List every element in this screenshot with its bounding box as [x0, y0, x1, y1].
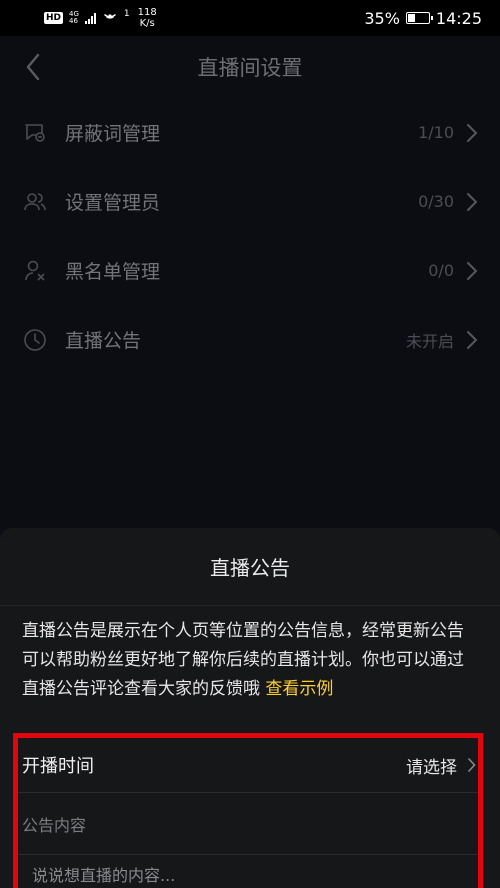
network-type: 4G 46 [69, 11, 79, 25]
settings-item-label: 直播公告 [65, 330, 142, 352]
settings-item-value: 0/30 [418, 192, 454, 211]
settings-item-admins[interactable]: 设置管理员 0/30 [0, 167, 500, 236]
network-speed: 118 K/s [138, 7, 157, 29]
settings-item-label: 设置管理员 [65, 192, 161, 214]
clock-icon [22, 327, 48, 353]
chevron-right-icon [467, 123, 478, 142]
start-time-label: 开播时间 [22, 756, 94, 777]
chevron-right-icon [467, 330, 478, 349]
content-label: 公告内容 [18, 793, 478, 855]
speed-value: 118 [137, 7, 157, 18]
battery-percent: 35% [364, 8, 400, 28]
description-text: 直播公告是展示在个人页等位置的公告信息，经常更新公告可以帮助粉丝更好地了解你后续… [22, 621, 464, 699]
chevron-right-icon [467, 192, 478, 211]
signal-icon [84, 12, 96, 24]
speed-unit: K/s [139, 18, 155, 29]
network-sub-label: 46 [69, 17, 78, 25]
settings-item-value: 未开启 [405, 331, 454, 351]
announcement-sheet: 直播公告 直播公告是展示在个人页等位置的公告信息，经常更新公告可以帮助粉丝更好地… [0, 528, 500, 888]
hotspot-icon [102, 9, 118, 27]
view-example-link[interactable]: 查看示例 [265, 679, 333, 699]
blacklist-user-icon [22, 258, 48, 284]
settings-item-announcement[interactable]: 直播公告 未开启 [0, 305, 500, 374]
page-title: 直播间设置 [197, 56, 303, 80]
clock-time: 14:25 [435, 8, 482, 28]
announcement-content-input[interactable] [18, 855, 478, 888]
settings-item-label: 黑名单管理 [65, 261, 161, 283]
start-time-row[interactable]: 开播时间 请选择 [18, 738, 478, 793]
battery-icon [405, 12, 433, 24]
announcement-description: 直播公告是展示在个人页等位置的公告信息，经常更新公告可以帮助粉丝更好地了解你后续… [0, 606, 500, 704]
chevron-right-icon [467, 261, 478, 280]
start-time-picker[interactable]: 请选择 [406, 753, 478, 778]
start-time-value: 请选择 [406, 757, 457, 778]
sheet-title: 直播公告 [0, 528, 500, 606]
settings-item-value: 0/0 [428, 261, 454, 280]
status-bar: HD 4G 46 1 118 K/s 35% 14:25 [0, 0, 500, 36]
admin-users-icon [22, 189, 48, 215]
chevron-right-icon [467, 757, 476, 773]
back-button[interactable] [18, 50, 48, 84]
announcement-form: 开播时间 请选择 公告内容 [13, 733, 483, 888]
nav-bar: 直播间设置 [0, 36, 500, 98]
settings-item-blocked-words[interactable]: 屏蔽词管理 1/10 [0, 98, 500, 167]
hd-badge: HD [44, 12, 64, 24]
status-right: 35% 14:25 [364, 9, 482, 28]
chevron-left-icon [26, 53, 40, 81]
blocked-words-icon [22, 120, 48, 146]
settings-item-blacklist[interactable]: 黑名单管理 0/0 [0, 236, 500, 305]
status-left: HD 4G 46 1 118 K/s [44, 7, 157, 29]
battery-fill [407, 14, 415, 22]
hotspot-count: 1 [123, 9, 130, 19]
settings-item-value: 1/10 [418, 123, 454, 142]
settings-item-label: 屏蔽词管理 [65, 123, 161, 145]
